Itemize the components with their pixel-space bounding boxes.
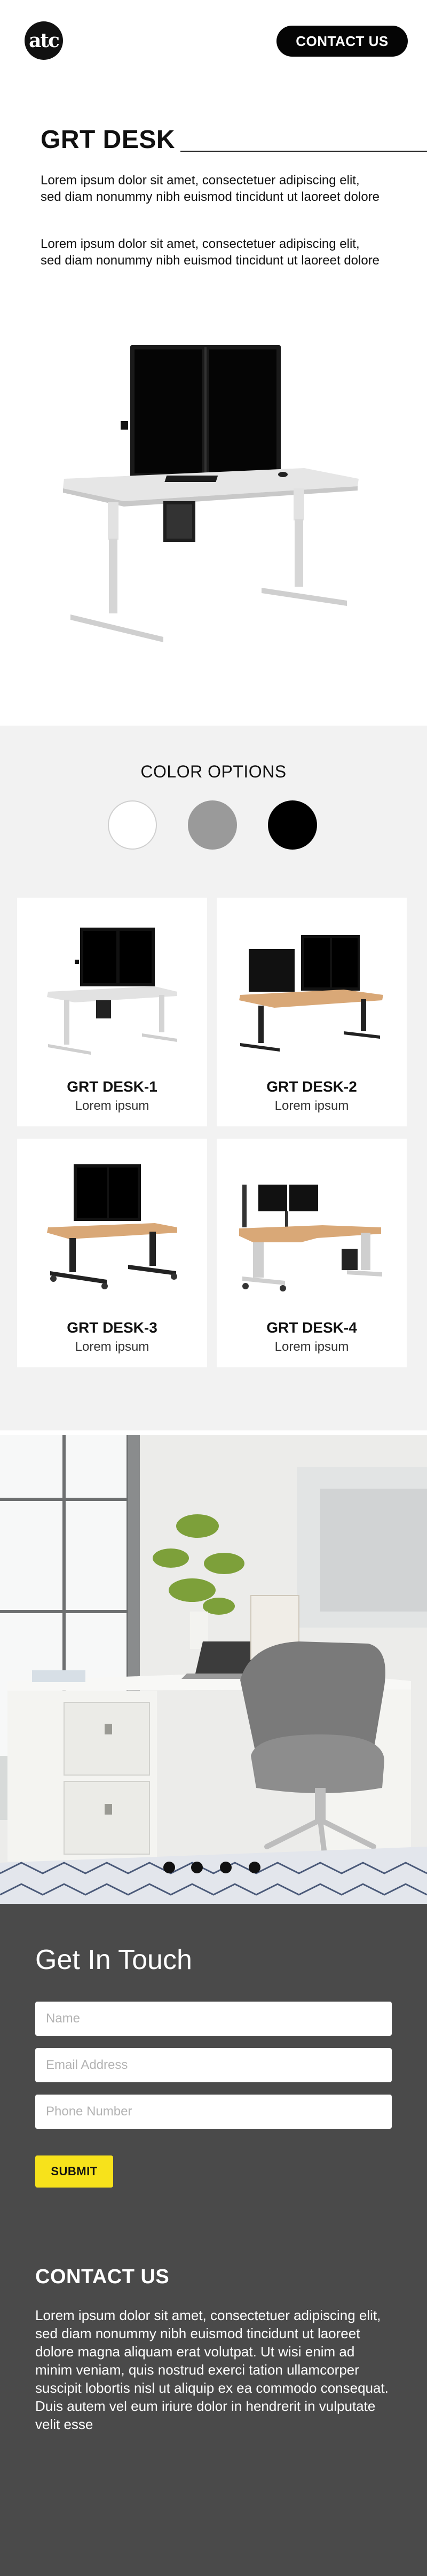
page-title: GRT DESK [41,126,176,154]
contact-us-text: Lorem ipsum dolor sit amet, consectetuer… [35,2307,389,2432]
carousel-dot-4[interactable] [249,1862,260,1873]
carousel-dot-3[interactable] [220,1862,232,1873]
color-swatch-gray[interactable] [188,800,237,850]
hero-paragraph-1: Lorem ipsum dolor sit amet, consectetuer… [41,173,380,204]
product-subtitle: Lorem ipsum [274,1099,349,1113]
email-field[interactable] [35,2048,392,2082]
product-subtitle: Lorem ipsum [75,1099,149,1113]
product-image-1 [47,928,177,1055]
product-image-3 [47,1164,177,1289]
contact-us-title: CONTACT US [35,2266,170,2288]
product-image-4 [239,1185,382,1291]
product-card-2[interactable]: GRT DESK-2 Lorem ipsum [217,898,407,1126]
product-title: GRT DESK-2 [266,1078,357,1095]
submit-button[interactable]: SUBMIT [35,2155,113,2188]
color-options-title: COLOR OPTIONS [140,762,287,781]
office-carousel[interactable] [0,1435,427,1904]
product-card-1[interactable]: GRT DESK-1 Lorem ipsum [17,898,207,1126]
product-subtitle: Lorem ipsum [75,1340,149,1354]
color-swatch-black[interactable] [268,800,317,850]
product-title: GRT DESK-1 [67,1078,157,1095]
carousel-dot-1[interactable] [163,1862,175,1873]
product-card-3[interactable]: GRT DESK-3 Lorem ipsum [17,1139,207,1367]
hero-desk-image [63,345,359,642]
color-swatch-white[interactable] [108,800,157,850]
phone-field[interactable] [35,2095,392,2129]
office-photo [0,1435,427,1904]
name-field[interactable] [35,2002,392,2036]
brand-logo[interactable]: atc [25,21,63,60]
product-image-2 [239,935,383,1052]
product-subtitle: Lorem ipsum [274,1340,349,1354]
contact-us-button[interactable]: CONTACT US [276,26,408,57]
title-divider [180,151,427,152]
hero-paragraph-2: Lorem ipsum dolor sit amet, consectetuer… [41,237,380,268]
product-title: GRT DESK-3 [67,1319,157,1336]
get-in-touch-title: Get In Touch [35,1944,192,1975]
carousel-dot-2[interactable] [191,1862,203,1873]
product-card-4[interactable]: GRT DESK-4 Lorem ipsum [217,1139,407,1367]
product-title: GRT DESK-4 [266,1319,357,1336]
